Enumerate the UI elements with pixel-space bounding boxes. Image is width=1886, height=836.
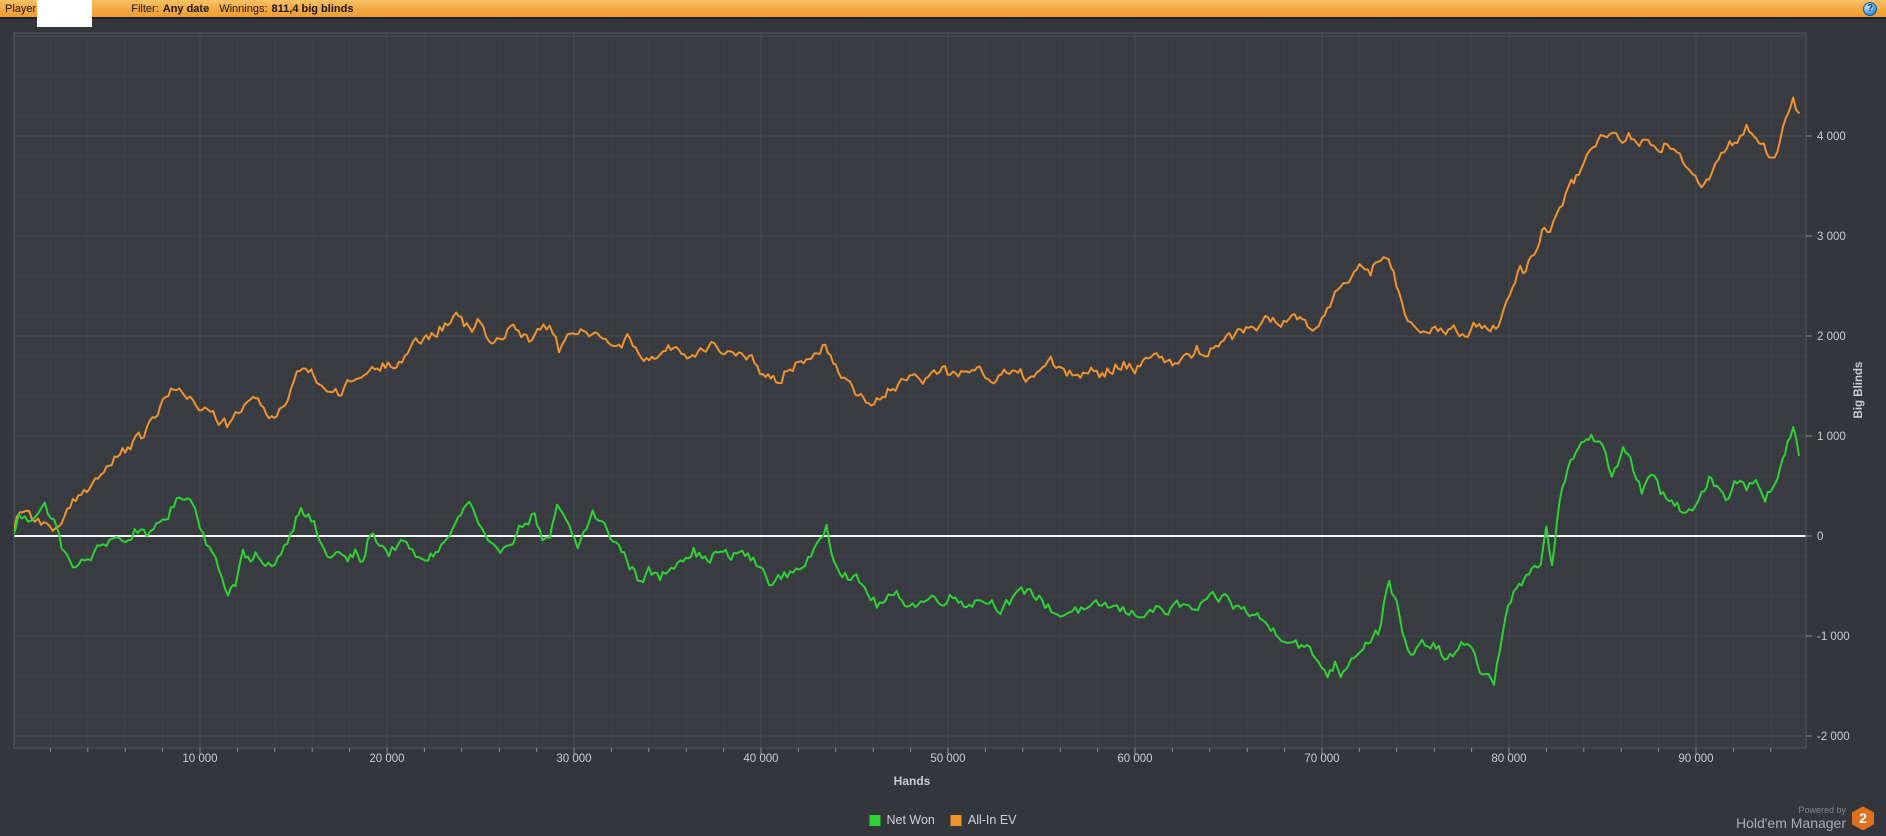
y-tick-label: 1 000 (1817, 431, 1846, 443)
y-tick-label: 3 000 (1817, 231, 1846, 243)
brand-name: Hold'em Manager (1735, 814, 1846, 831)
help-icon[interactable]: ? (1863, 2, 1877, 16)
x-tick-label: 70 000 (1304, 753, 1339, 765)
x-tick-label: 30 000 (556, 753, 591, 765)
legend-label: Net Won (886, 813, 935, 827)
legend-swatch (869, 814, 881, 826)
plot-area[interactable] (14, 33, 1806, 748)
winnings-label: Winnings: (219, 2, 268, 15)
y-tick-label: 4 000 (1817, 131, 1846, 143)
hm2-results-graph-window: Player: Filter: Any date Winnings: 811,4… (0, 0, 1886, 836)
y-tick-label: 0 (1817, 531, 1823, 543)
x-tick-label: 90 000 (1678, 753, 1713, 765)
x-tick-label: 80 000 (1491, 753, 1526, 765)
legend-label: All-In EV (967, 813, 1017, 827)
winnings-chart[interactable]: 10 000 20 000 30 000 40 000 50 000 60 000 70 0… (0, 0, 1886, 836)
x-axis-title: Hands (894, 774, 931, 788)
x-tick-label: 40 000 (743, 753, 778, 765)
legend-item-net-won[interactable]: Net Won (869, 813, 935, 827)
x-tick-label: 60 000 (1117, 753, 1152, 765)
y-tick-label: 2 000 (1817, 331, 1846, 343)
x-tick-label: 20 000 (369, 753, 404, 765)
legend-swatch (950, 814, 962, 826)
legend-item-all-in-ev[interactable]: All-In EV (950, 813, 1017, 827)
top-filter-bar: Player: Filter: Any date Winnings: 811,4… (0, 0, 1886, 27)
y-tick-label: -1 000 (1817, 631, 1850, 643)
x-tick-label: 50 000 (930, 753, 965, 765)
filter-label: Filter: (131, 2, 159, 15)
filter-value[interactable]: Any date (163, 3, 209, 15)
x-tick-label: 10 000 (182, 753, 217, 765)
player-name-box[interactable] (37, 0, 92, 27)
chart-legend: Net Won All-In EV (869, 813, 1017, 827)
hm2-logo-icon: 2 (1852, 806, 1874, 831)
powered-by-branding: Powered by Hold'em Manager 2 (1735, 805, 1874, 831)
y-tick-label: -2 000 (1817, 731, 1850, 743)
y-axis-title: Big Blinds (1853, 362, 1865, 419)
winnings-value: 811,4 big blinds (271, 2, 354, 15)
player-label: Player: (5, 2, 40, 15)
